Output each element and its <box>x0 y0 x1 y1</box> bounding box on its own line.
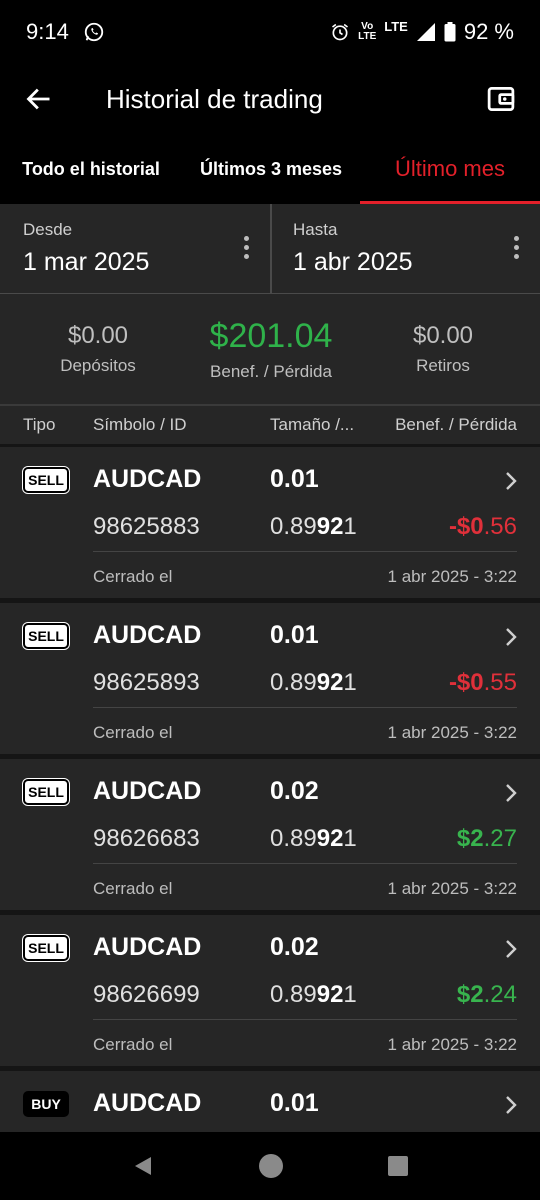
closed-date: 1 abr 2025 - 3:22 <box>387 1035 517 1054</box>
history-content: Desde 1 mar 2025 Hasta 1 abr 2025 $0.00 … <box>0 204 540 1132</box>
column-type: Tipo <box>23 415 56 434</box>
trade-symbol: AUDCAD <box>93 933 202 961</box>
to-date-picker[interactable]: Hasta 1 abr 2025 <box>270 204 540 293</box>
closed-label: Cerrado el <box>93 723 173 742</box>
column-profit-loss: Benef. / Pérdida <box>395 415 517 434</box>
trade-id: 98626699 <box>93 981 200 1008</box>
trade-symbol: AUDCAD <box>93 777 202 805</box>
trade-price: 0.89921 <box>270 825 357 852</box>
trade-size: 0.02 <box>270 933 319 961</box>
trade-type-badge: SELL <box>23 935 69 961</box>
wallet-button[interactable] <box>484 82 518 116</box>
closed-date: 1 abr 2025 - 3:22 <box>387 567 517 586</box>
row-divider <box>93 707 517 708</box>
alarm-icon <box>332 23 349 41</box>
closed-date: 1 abr 2025 - 3:22 <box>387 879 517 898</box>
column-size: Tamaño /... <box>270 415 355 434</box>
trade-price: 0.89921 <box>270 669 357 696</box>
trade-type-badge: BUY <box>23 1091 69 1117</box>
whatsapp-icon <box>84 22 103 42</box>
trade-profit-loss: $2.27 <box>456 825 517 852</box>
profit-loss-summary: $201.04 Benef. / Pérdida <box>196 294 346 404</box>
row-divider <box>93 1019 517 1020</box>
from-date-value: 1 mar 2025 <box>23 248 150 276</box>
trade-row[interactable]: SELL AUDCAD 0.02 98626699 0.89921 $2.24 … <box>0 915 540 1071</box>
kebab-icon[interactable] <box>244 236 250 263</box>
closed-date: 1 abr 2025 - 3:22 <box>387 723 517 742</box>
arrow-left-icon <box>26 88 50 110</box>
trade-row[interactable]: SELL AUDCAD 0.01 98625893 0.89921 -$0.55… <box>0 603 540 759</box>
period-tabs: Todo el historial Últimos 3 meses Último… <box>0 134 540 204</box>
column-symbol: Símbolo / ID <box>93 415 187 434</box>
trade-symbol: AUDCAD <box>93 1089 202 1117</box>
kebab-icon[interactable] <box>514 236 520 263</box>
nav-home-icon[interactable] <box>258 1153 284 1179</box>
trade-size: 0.01 <box>270 1089 319 1117</box>
chevron-right-icon <box>506 1096 517 1114</box>
trade-type-badge: SELL <box>23 779 69 805</box>
trade-row[interactable]: SELL AUDCAD 0.02 98626683 0.89921 $2.27 … <box>0 759 540 915</box>
status-bar: 9:14 Vo LTE LTE 92 % <box>0 0 540 64</box>
trade-symbol: AUDCAD <box>93 621 202 649</box>
trade-id: 98625893 <box>93 669 200 696</box>
trade-id: 98626683 <box>93 825 200 852</box>
deposits-label: Depósitos <box>60 356 136 375</box>
chevron-right-icon <box>506 628 517 646</box>
trade-profit-loss: $2.24 <box>456 981 517 1008</box>
chevron-right-icon <box>506 784 517 802</box>
trade-row[interactable]: SELL AUDCAD 0.01 98625883 0.89921 -$0.56… <box>0 447 540 603</box>
withdrawals-label: Retiros <box>416 356 470 375</box>
trade-row[interactable]: BUY AUDCAD 0.01 <box>0 1071 540 1132</box>
table-header: Tipo Símbolo / ID Tamaño /... Benef. / P… <box>0 406 540 447</box>
tab-last-month[interactable]: Último mes <box>360 134 540 204</box>
trade-price: 0.89921 <box>270 981 357 1008</box>
from-date-picker[interactable]: Desde 1 mar 2025 <box>0 204 270 293</box>
wallet-icon <box>487 87 515 111</box>
trade-size: 0.01 <box>270 621 319 649</box>
status-time: 9:14 <box>26 19 69 44</box>
trade-type-badge: SELL <box>23 467 69 493</box>
withdrawals-value: $0.00 <box>412 322 474 349</box>
chevron-right-icon <box>506 940 517 958</box>
summary-panel: $0.00 Depósitos $201.04 Benef. / Pérdida… <box>0 294 540 406</box>
withdrawals-summary: $0.00 Retiros <box>346 294 540 404</box>
nav-recents-icon[interactable] <box>387 1155 409 1177</box>
battery-icon <box>444 22 456 42</box>
nav-back-icon[interactable] <box>131 1154 155 1178</box>
profit-loss-value: $201.04 <box>209 316 333 355</box>
trade-price: 0.89921 <box>270 513 357 540</box>
closed-label: Cerrado el <box>93 567 173 586</box>
trade-profit-loss: -$0.55 <box>448 669 517 696</box>
trade-id: 98625883 <box>93 513 200 540</box>
trade-size: 0.01 <box>270 465 319 493</box>
deposits-value: $0.00 <box>67 322 129 349</box>
chevron-right-icon <box>506 472 517 490</box>
from-date-label: Desde <box>23 220 73 239</box>
date-range: Desde 1 mar 2025 Hasta 1 abr 2025 <box>0 204 540 294</box>
app-bar: Historial de trading <box>0 64 540 134</box>
trade-symbol: AUDCAD <box>93 465 202 493</box>
signal-icon <box>416 23 435 41</box>
to-date-label: Hasta <box>293 220 338 239</box>
page-title: Historial de trading <box>106 83 323 114</box>
tab-last-3-months[interactable]: Últimos 3 meses <box>182 134 360 204</box>
lte-indicator: LTE <box>384 18 408 34</box>
trade-profit-loss: -$0.56 <box>448 513 517 540</box>
back-button[interactable] <box>22 82 56 116</box>
closed-label: Cerrado el <box>93 879 173 898</box>
tab-all-history[interactable]: Todo el historial <box>0 134 182 204</box>
to-date-value: 1 abr 2025 <box>293 248 413 276</box>
deposits-summary: $0.00 Depósitos <box>0 294 196 404</box>
profit-loss-label: Benef. / Pérdida <box>210 361 332 381</box>
trade-size: 0.02 <box>270 777 319 805</box>
battery-level: 92 % <box>463 19 514 44</box>
system-nav-bar <box>0 1132 540 1200</box>
row-divider <box>93 863 517 864</box>
volte-indicator: Vo LTE <box>358 21 377 42</box>
closed-label: Cerrado el <box>93 1035 173 1054</box>
row-divider <box>93 551 517 552</box>
trade-type-badge: SELL <box>23 623 69 649</box>
